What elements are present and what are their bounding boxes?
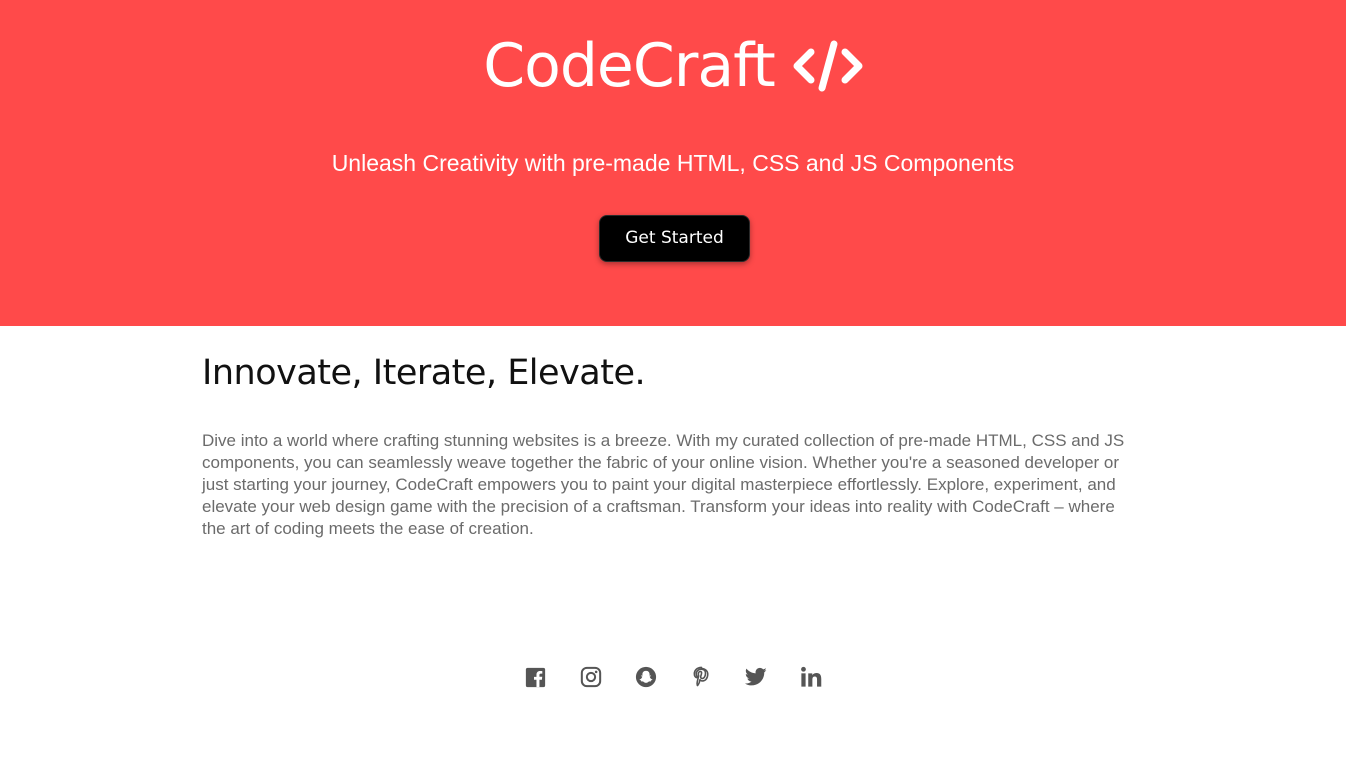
social-links [0, 664, 1346, 690]
linkedin-icon[interactable] [800, 664, 822, 690]
snapchat-icon[interactable] [635, 664, 657, 690]
section-heading: Innovate, Iterate, Elevate. [202, 353, 646, 393]
twitter-icon[interactable] [744, 664, 767, 690]
pinterest-icon[interactable] [690, 664, 712, 690]
hero-tagline: Unleash Creativity with pre-made HTML, C… [331, 150, 1015, 176]
hero-banner: CodeCraft Unleash Creativity with pre-ma… [0, 0, 1346, 326]
main-content: Innovate, Iterate, Elevate. Dive into a … [202, 326, 1142, 540]
instagram-icon[interactable] [580, 664, 602, 690]
brand-name: CodeCraft [483, 31, 776, 101]
get-started-button[interactable]: Get Started [599, 215, 750, 262]
facebook-icon[interactable] [525, 664, 547, 690]
code-icon [793, 40, 863, 92]
section-description: Dive into a world where crafting stunnin… [202, 431, 1125, 538]
brand-logo: CodeCraft [0, 30, 1346, 102]
